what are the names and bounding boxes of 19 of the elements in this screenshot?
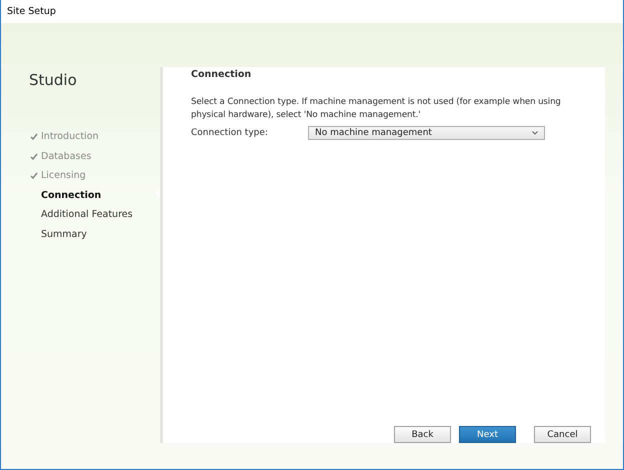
sidebar-title: Studio xyxy=(29,71,78,89)
check-icon xyxy=(30,152,38,160)
wizard-button[interactable]: Cancel xyxy=(534,426,591,443)
wizard-step: Additional Features xyxy=(29,205,133,224)
wizard-button[interactable]: Back xyxy=(394,426,451,443)
description-text: Select a Connection type. If machine management is not used (for example when using physical hardware), select 'No machine management.' xyxy=(191,96,562,122)
chevron-icon xyxy=(532,131,538,135)
field-label: Connection type: xyxy=(191,128,269,138)
check-icon xyxy=(30,172,38,180)
wizard-step: Summary xyxy=(29,224,87,244)
wizard-button[interactable]: Next xyxy=(459,426,516,443)
connection-type-dropdown[interactable]: No machine management xyxy=(308,126,545,140)
wizard-step: Databases xyxy=(29,146,92,166)
wizard-step: Introduction xyxy=(29,127,99,146)
window-title: Site Setup xyxy=(7,6,56,17)
check-icon xyxy=(30,133,38,140)
page-heading: Connection xyxy=(191,69,252,80)
wizard-step: Licensing xyxy=(29,166,86,186)
wizard-step: Connection xyxy=(29,186,102,205)
